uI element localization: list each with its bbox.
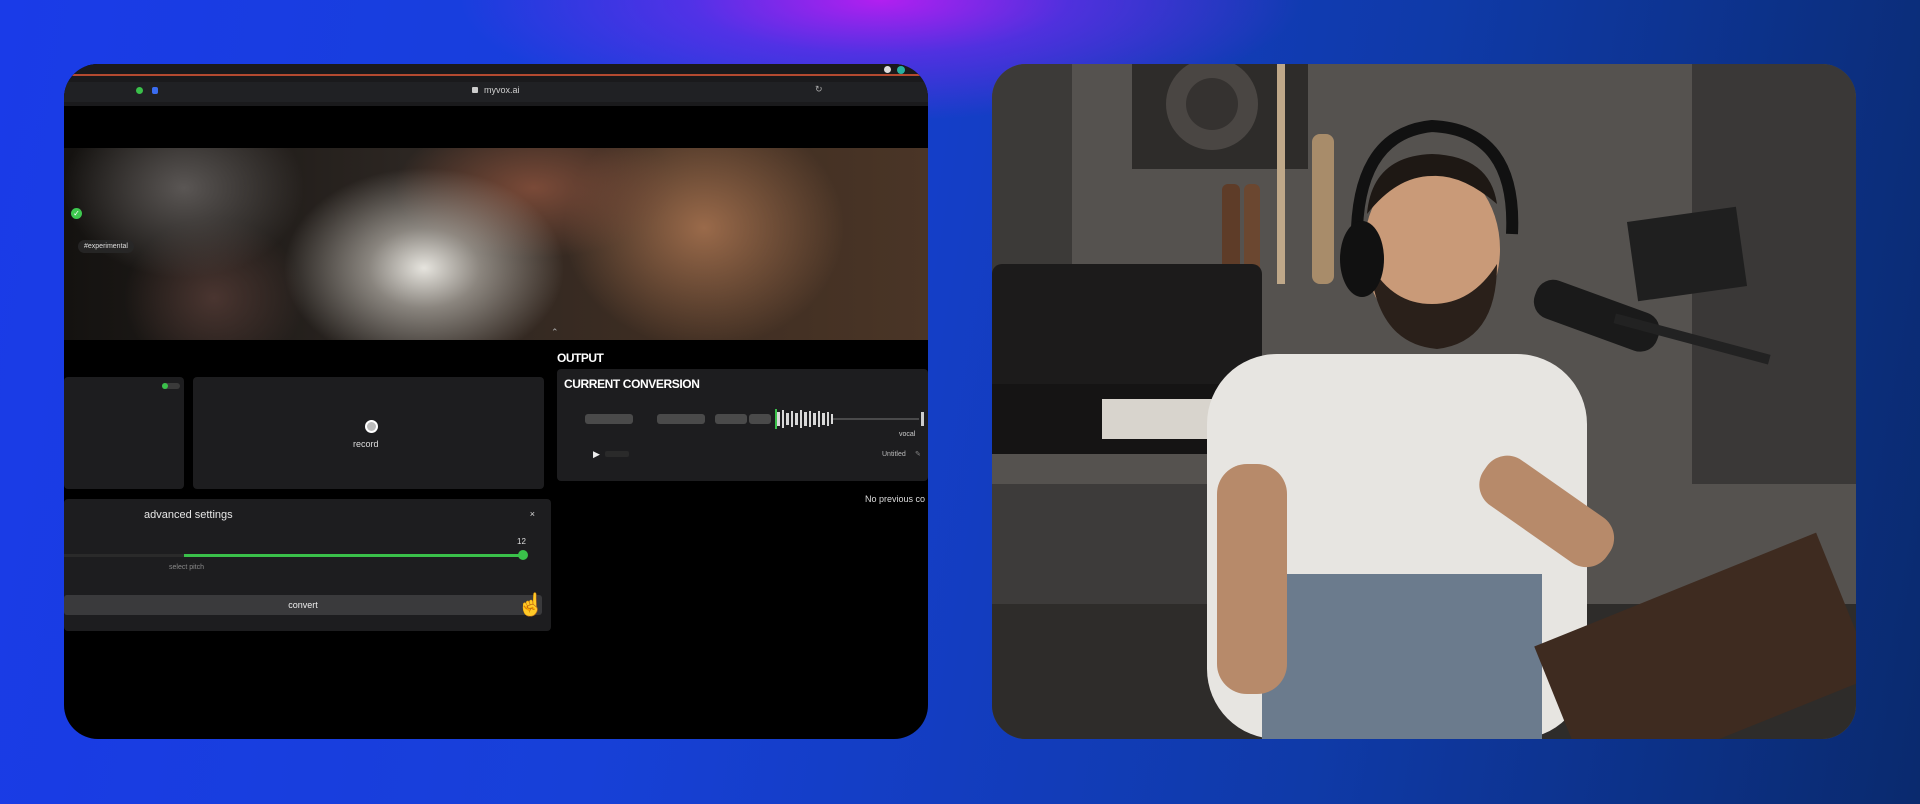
address-bar[interactable]: myvox.ai ↻	[64, 82, 928, 102]
reload-icon[interactable]: ↻	[815, 84, 823, 95]
waveform-bars	[585, 414, 771, 424]
record-icon[interactable]	[365, 420, 378, 433]
record-label: record	[353, 439, 379, 449]
browser-chrome: myvox.ai ↻	[64, 64, 928, 106]
hero-banner: ✓ #experimental	[64, 148, 928, 340]
pitch-value: 12	[517, 537, 526, 546]
webcam-feed	[992, 64, 1856, 739]
screen-share-panel: myvox.ai ↻ ✓ #experimental ⌃ record adva…	[64, 64, 928, 739]
left-wall	[992, 64, 1072, 294]
extension-icon[interactable]	[884, 66, 891, 73]
webcam-panel	[992, 64, 1856, 739]
current-conversion-card: CURRENT CONVERSION vocal ▶ Untitled ✎	[557, 369, 928, 481]
pitch-slider-fill	[184, 554, 524, 557]
pitch-label: select pitch	[169, 564, 205, 571]
play-icon[interactable]: ▶	[593, 449, 600, 460]
edit-icon[interactable]: ✎	[915, 450, 921, 458]
waveform[interactable]	[557, 404, 928, 434]
headphone-cup	[1340, 221, 1384, 297]
volume-control[interactable]	[605, 451, 629, 457]
advanced-settings-panel: advanced settings × 12 select pitch conv…	[64, 499, 551, 631]
shield-icon	[152, 87, 158, 94]
jeans	[1262, 574, 1542, 739]
current-conversion-title: CURRENT CONVERSION	[564, 377, 700, 391]
tab-progress-line	[64, 74, 928, 76]
experimental-tag[interactable]: #experimental	[78, 240, 134, 253]
vocals-label: vocal	[899, 431, 916, 438]
toggle-knob	[162, 383, 168, 389]
verified-icon: ✓	[71, 208, 82, 219]
pitch-slider-thumb[interactable]	[518, 550, 528, 560]
advanced-settings-title: advanced settings	[144, 509, 233, 521]
record-card[interactable]: record	[193, 377, 544, 489]
chevron-up-icon[interactable]: ⌃	[551, 327, 559, 338]
output-section-title: OUTPUT	[557, 351, 604, 365]
profile-icon[interactable]	[897, 66, 905, 74]
no-previous-conversions: No previous co	[865, 494, 926, 504]
url-text[interactable]: myvox.ai	[484, 85, 520, 95]
close-icon[interactable]: ×	[530, 509, 535, 519]
waveform-active	[777, 410, 833, 428]
lock-icon	[472, 87, 478, 93]
convert-button[interactable]: convert	[64, 595, 542, 615]
music-stand	[1626, 206, 1748, 302]
model-card[interactable]	[64, 377, 184, 489]
arm	[1217, 464, 1287, 694]
site-icon	[136, 87, 143, 94]
playhead	[775, 409, 777, 429]
file-name[interactable]: Untitled	[882, 451, 906, 458]
hand-cursor-icon: ☝	[517, 592, 545, 617]
